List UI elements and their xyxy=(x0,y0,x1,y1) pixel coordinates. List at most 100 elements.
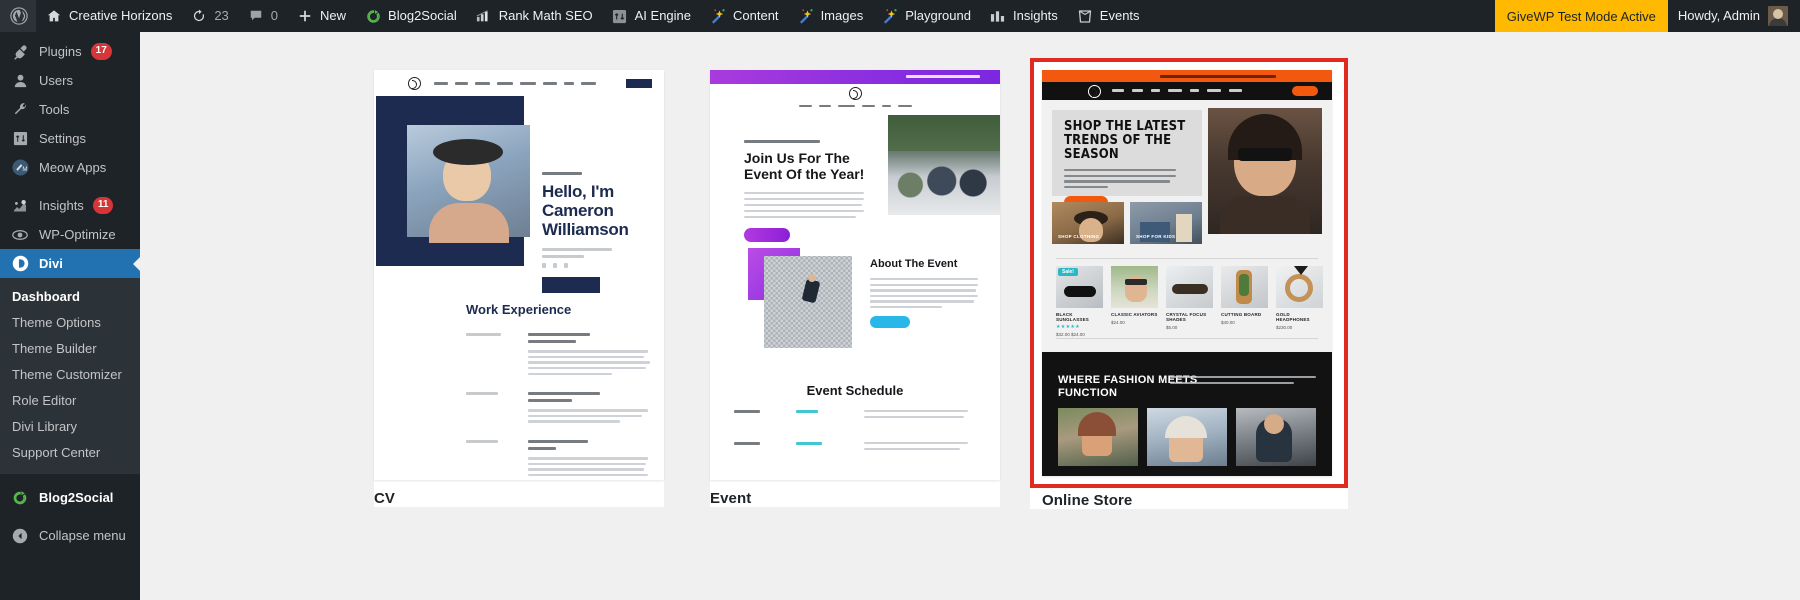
submenu-item-theme-options[interactable]: Theme Options xyxy=(0,310,140,336)
store-hero-paragraph-line xyxy=(1064,169,1176,172)
avatar xyxy=(1768,6,1788,26)
blog2social-icon xyxy=(364,7,382,25)
adminbar-item-content[interactable]: Content xyxy=(700,0,788,32)
product-rating: ★★★★★ xyxy=(1056,324,1080,330)
card-title-event: Event xyxy=(710,490,752,507)
event-thumbnail[interactable]: Join Us For The Event Of the Year! About… xyxy=(710,70,1000,480)
submenu-item-divi-library[interactable]: Divi Library xyxy=(0,414,140,440)
cv-thumbnail[interactable]: Hello, I'm Cameron Williamson Work Exper… xyxy=(374,70,664,480)
admin-bar: Creative Horizons 23 0 New Blog2Social R… xyxy=(0,0,1800,32)
cv-nav-item xyxy=(543,81,557,85)
event-nav xyxy=(710,84,1000,110)
cv-job-desc-line xyxy=(528,462,646,466)
sidebar-item-tools[interactable]: Tools xyxy=(0,95,140,124)
cv-download-cv-button[interactable] xyxy=(542,277,600,293)
layout-pack-cards: Hello, I'm Cameron Williamson Work Exper… xyxy=(140,32,1800,600)
update-icon xyxy=(190,7,208,25)
store-product-card[interactable]: CRYSTAL FOCUS SHADES $5.00 xyxy=(1166,266,1213,337)
store-product-card[interactable]: GOLD HEADPHONES $230.00 xyxy=(1276,266,1323,337)
instagram-icon[interactable] xyxy=(564,263,568,268)
howdy-label: Howdy, Admin xyxy=(1677,8,1760,23)
store-nav-shop-now-button[interactable] xyxy=(1292,86,1318,96)
sidebar-item-label: Tools xyxy=(39,102,70,117)
event-about-line xyxy=(870,289,976,292)
sidebar-item-wp-optimize[interactable]: WP-Optimize xyxy=(0,220,140,249)
meow-apps-icon: M xyxy=(10,158,30,178)
online-store-thumbnail[interactable]: SHOP THE LATEST TRENDS OF THE SEASON SHO… xyxy=(1042,70,1332,476)
store-promo-text xyxy=(1160,74,1276,78)
cv-job-desc-line xyxy=(528,372,612,375)
howdy-user-menu[interactable]: Howdy, Admin xyxy=(1668,0,1800,32)
product-image xyxy=(1111,266,1158,308)
product-image xyxy=(1276,266,1323,308)
submenu-item-theme-customizer[interactable]: Theme Customizer xyxy=(0,362,140,388)
store-hero-heading-line2: TRENDS OF THE xyxy=(1064,133,1172,148)
adminbar-item-rank-math-seo[interactable]: Rank Math SEO xyxy=(466,0,602,32)
store-hero-paragraph-line xyxy=(1064,185,1108,189)
store-footer-paragraph xyxy=(1170,376,1316,385)
insights-icon xyxy=(10,196,30,216)
layout-card-event[interactable]: Join Us For The Event Of the Year! About… xyxy=(710,70,1000,507)
cv-nav-item xyxy=(434,81,448,85)
cv-social-icons xyxy=(542,263,660,268)
layout-card-online-store[interactable]: SHOP THE LATEST TRENDS OF THE SEASON SHO… xyxy=(1030,58,1348,509)
portrait-body xyxy=(429,203,509,243)
event-learn-more-button[interactable] xyxy=(870,316,910,329)
store-hero-heading-line1: SHOP THE LATEST xyxy=(1064,119,1186,134)
store-product-card[interactable]: CUTTING BOARD $40.00 xyxy=(1221,266,1268,337)
submenu-item-theme-builder[interactable]: Theme Builder xyxy=(0,336,140,362)
cv-job-desc-line xyxy=(528,420,620,423)
collapse-menu-button[interactable]: Collapse menu xyxy=(0,521,140,550)
store-nav-item xyxy=(1207,89,1221,92)
cv-contact-phone xyxy=(542,255,584,258)
event-nav-item xyxy=(881,104,891,108)
adminbar-item-images[interactable]: Images xyxy=(788,0,873,32)
twitter-icon[interactable] xyxy=(553,263,557,268)
adminbar-item-blog2social[interactable]: Blog2Social xyxy=(355,0,466,32)
wordpress-logo-button[interactable] xyxy=(0,0,36,32)
adminbar-item-insights[interactable]: Insights xyxy=(980,0,1067,32)
store-product-card[interactable]: CLASSIC AVIATORS $24.00 xyxy=(1111,266,1158,337)
sidebar-item-label: Meow Apps xyxy=(39,160,107,175)
cv-job-company xyxy=(528,447,556,451)
adminbar-label: Insights xyxy=(1012,8,1058,23)
cv-job-dates xyxy=(466,392,498,395)
adminbar-item-playground[interactable]: Playground xyxy=(872,0,980,32)
product-name: BLACK SUNGLASSES xyxy=(1056,312,1090,322)
adminbar-item-events[interactable]: Events xyxy=(1067,0,1149,32)
sidebar-item-blog2social[interactable]: Blog2Social xyxy=(0,483,140,512)
submenu-item-role-editor[interactable]: Role Editor xyxy=(0,388,140,414)
cv-nav-button[interactable] xyxy=(626,78,652,88)
magic-wand-icon xyxy=(881,7,899,25)
givewp-test-mode-notice[interactable]: GiveWP Test Mode Active xyxy=(1494,0,1668,32)
store-category-tile[interactable]: SHOP FOR KIDS xyxy=(1130,202,1202,244)
event-schedule-title: Event Schedule xyxy=(806,383,904,398)
sidebar-item-meow-apps[interactable]: M Meow Apps xyxy=(0,153,140,182)
cv-nav-item xyxy=(581,81,596,85)
adminbar-item-ai-engine[interactable]: AI Engine xyxy=(602,0,700,32)
layout-card-cv[interactable]: Hello, I'm Cameron Williamson Work Exper… xyxy=(374,70,664,507)
updates-button[interactable]: 23 xyxy=(181,0,237,32)
event-about-line xyxy=(870,278,978,281)
main-content: Hello, I'm Cameron Williamson Work Exper… xyxy=(140,32,1800,600)
event-preview: Join Us For The Event Of the Year! About… xyxy=(710,70,1000,480)
sidebar-item-plugins[interactable]: Plugins 17 xyxy=(0,37,140,66)
store-product-card[interactable]: Sale! BLACK SUNGLASSES ★★★★★ $32.00 $24.… xyxy=(1056,266,1103,337)
new-content-button[interactable]: New xyxy=(287,0,355,32)
sidebar-item-settings[interactable]: Settings xyxy=(0,124,140,153)
sidebar-item-insights[interactable]: Insights 11 xyxy=(0,191,140,220)
collapse-arrow-icon xyxy=(10,526,30,546)
online-store-selection-wrapper[interactable]: SHOP THE LATEST TRENDS OF THE SEASON SHO… xyxy=(1030,58,1348,488)
site-name-button[interactable]: Creative Horizons xyxy=(36,0,181,32)
facebook-icon[interactable] xyxy=(542,263,546,268)
store-category-tile[interactable]: SHOP CLOTHING xyxy=(1052,202,1124,244)
cv-job-title xyxy=(528,440,588,444)
cv-job-desc-line xyxy=(528,457,648,460)
cv-job-company xyxy=(528,340,576,344)
sidebar-item-divi[interactable]: Divi xyxy=(0,249,141,278)
comments-button[interactable]: 0 xyxy=(238,0,287,32)
adminbar-label: AI Engine xyxy=(634,8,692,23)
submenu-item-dashboard[interactable]: Dashboard xyxy=(0,284,140,310)
submenu-item-support-center[interactable]: Support Center xyxy=(0,440,140,466)
sidebar-item-users[interactable]: Users xyxy=(0,66,140,95)
